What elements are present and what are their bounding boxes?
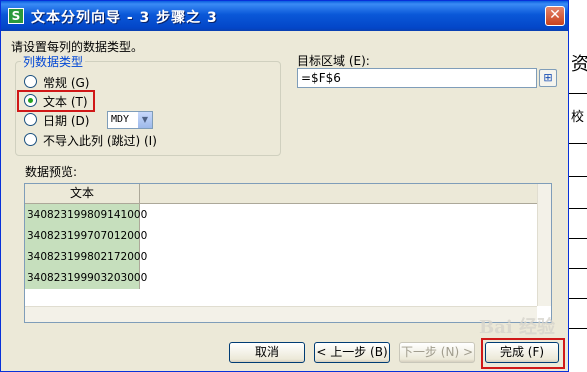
sheet-gridline [569,328,587,329]
preview-header: 文本 [25,184,537,204]
close-button[interactable]: ✕ [545,6,565,26]
watermark: Bai 经验 [479,317,555,338]
app-icon: S [8,8,24,24]
cancel-button[interactable]: 取消 [229,342,305,363]
sheet-cell-text: 资 [571,54,587,75]
sheet-gridline [569,208,587,209]
preview-column[interactable]: 340823199809141000 340823199707012000 34… [25,204,147,289]
data-preview[interactable]: 文本 340823199809141000 340823199707012000… [24,183,552,323]
sheet-gridline [569,93,587,94]
window-title: 文本分列向导 - 3 步骤之 3 [31,10,218,26]
preview-cell: 340823199809141000 [27,209,148,221]
destination-label: 目标区域 (E): [297,54,370,68]
next-button[interactable]: 下一步 (N) > [399,342,475,363]
chevron-down-icon[interactable]: ▼ [137,112,152,128]
preview-column-header[interactable]: 文本 [25,184,140,203]
sheet-gridline [569,176,587,177]
radio-button[interactable] [24,113,37,126]
preview-label: 数据预览: [25,165,78,179]
sheet-gridline [569,268,587,269]
back-button[interactable]: < 上一步 (B) [314,342,390,363]
sheet-gridline [569,238,587,239]
radio-label: 常规 (G) [43,76,90,90]
text-to-columns-dialog: S 文本分列向导 - 3 步骤之 3 ✕ 请设置每列的数据类型。 列数据类型 常… [0,0,569,372]
radio-label: 日期 (D) [43,114,90,128]
preview-cell: 340823199903203000 [27,272,148,284]
finish-button-highlight [481,338,565,369]
radio-button[interactable] [24,75,37,88]
vertical-scrollbar[interactable] [537,184,551,306]
horizontal-scrollbar[interactable] [25,306,537,322]
sheet-gridline [569,143,587,144]
preview-cell: 340823199802172000 [27,251,148,263]
column-type-legend: 列数据类型 [21,53,86,70]
destination-value: =$F$6 [301,71,341,85]
text-option-highlight [17,90,95,112]
date-format-select[interactable]: MDY ▼ [107,111,153,129]
destination-input[interactable]: =$F$6 [297,68,537,88]
radio-button[interactable] [24,133,37,146]
date-format-value: MDY [111,114,130,125]
sheet-cell-text: 校 [571,110,585,125]
range-picker-icon[interactable]: ⊞ [539,69,557,87]
preview-cell: 340823199707012000 [27,230,148,242]
title-bar[interactable]: S 文本分列向导 - 3 步骤之 3 ✕ [1,1,568,31]
sheet-gridline [569,298,587,299]
radio-label: 不导入此列 (跳过) (I) [43,134,157,148]
